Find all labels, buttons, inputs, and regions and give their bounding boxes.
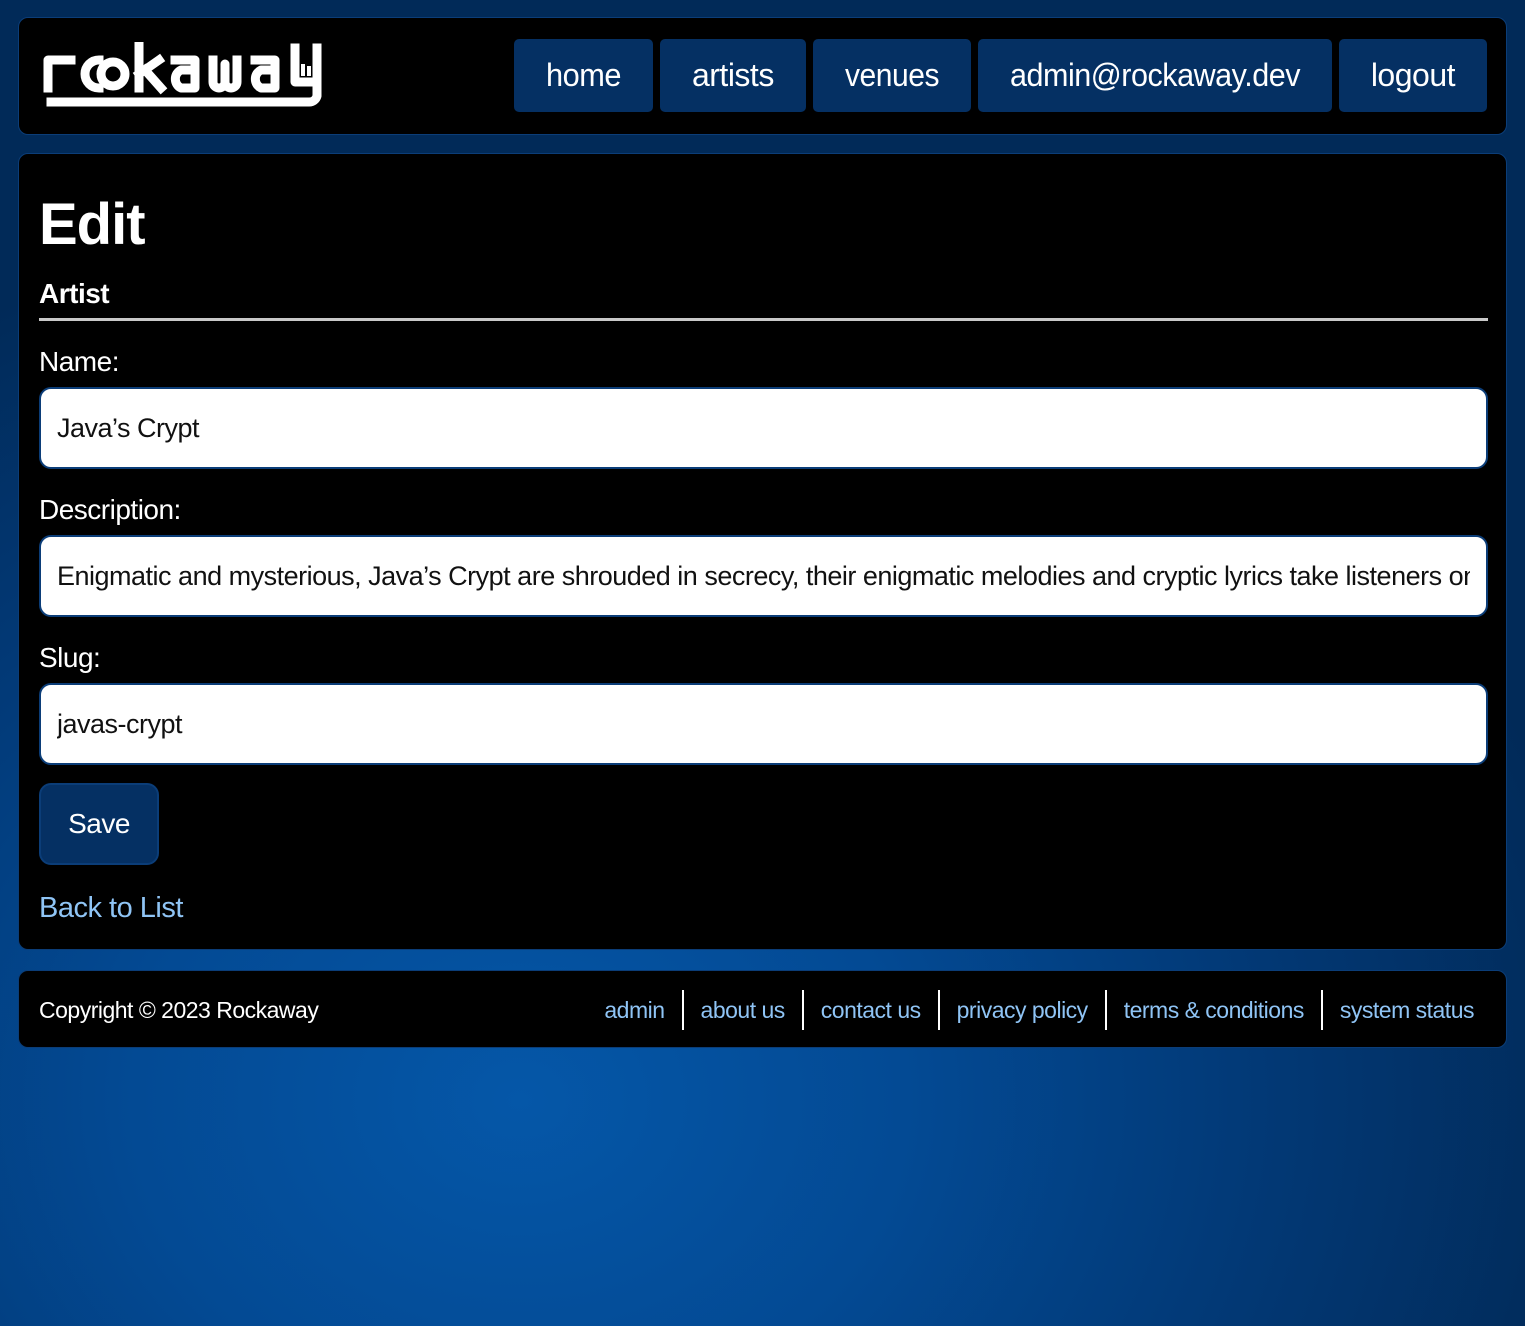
footer-link-privacy-policy[interactable]: privacy policy [937,990,1105,1030]
nav-logout-button[interactable]: logout [1338,39,1487,112]
nav-venues-button[interactable]: venues [812,39,971,112]
edit-panel: Edit Artist Name: Description: Slug: Sav… [18,153,1507,950]
footer-link-terms-conditions[interactable]: terms & conditions [1104,990,1321,1030]
save-button[interactable]: Save [39,783,159,865]
slug-label: Slug: [39,642,101,673]
footer-link-contact-us[interactable]: contact us [801,990,938,1030]
name-label: Name: [39,346,119,377]
page-title: Edit [39,192,146,257]
main-nav: home artists venues admin@rockaway.dev l… [513,39,1487,112]
nav-account-button[interactable]: admin@rockaway.dev [977,39,1332,112]
rockaway-logo[interactable] [43,42,367,112]
footer-link-about-us[interactable]: about us [681,990,802,1030]
slug-input[interactable] [39,683,1488,765]
footer-links: admin about us contact us privacy policy… [587,990,1475,1030]
back-to-list-link[interactable]: Back to List [39,888,183,928]
footer-link-admin[interactable]: admin [587,990,681,1030]
name-input[interactable] [39,387,1488,469]
description-input[interactable] [39,535,1488,617]
site-footer: Copyright © 2023 Rockaway admin about us… [18,970,1507,1048]
section-heading: Artist [39,278,110,309]
copyright-text: Copyright © 2023 Rockaway [39,997,319,1023]
section-divider [39,318,1488,321]
nav-artists-button[interactable]: artists [659,39,806,112]
site-header: home artists venues admin@rockaway.dev l… [18,17,1507,135]
footer-link-system-status[interactable]: system status [1320,990,1475,1030]
nav-home-button[interactable]: home [513,39,653,112]
description-label: Description: [39,494,181,525]
